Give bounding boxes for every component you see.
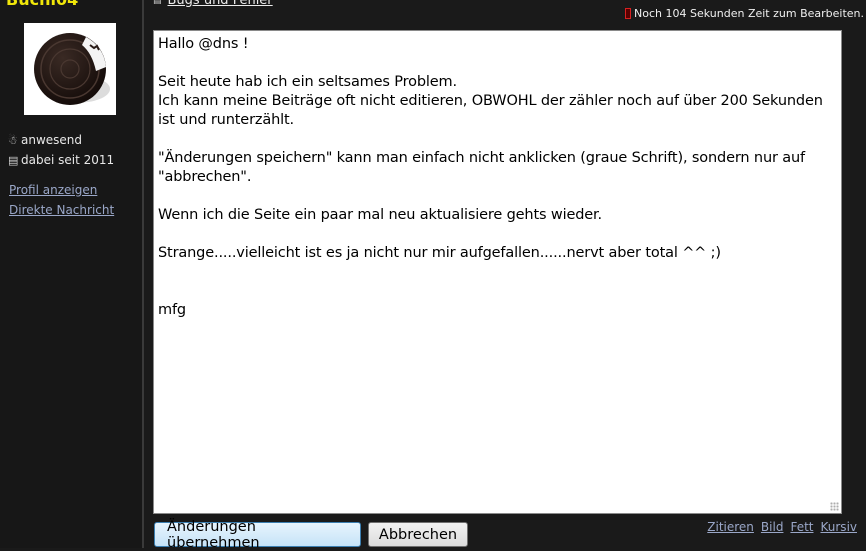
edit-timer-text: Noch 104 Sekunden Zeit zum Bearbeiten. <box>634 7 864 20</box>
direct-message-link[interactable]: Direkte Nachricht <box>9 203 114 217</box>
timer-icon <box>625 8 632 19</box>
cancel-button[interactable]: Abbrechen <box>368 522 468 547</box>
person-icon: ☃ <box>8 133 18 147</box>
post-editor-text[interactable]: Hallo @dns ! Seit heute hab ich ein selt… <box>158 35 837 320</box>
member-since: ▤ dabei seit 2011 <box>8 153 114 167</box>
quote-link[interactable]: Zitieren <box>707 520 754 534</box>
member-since-text: dabei seit 2011 <box>21 153 115 167</box>
breadcrumb-link[interactable]: Bugs und Fehler <box>168 0 273 8</box>
calendar-icon: ▤ <box>8 153 19 167</box>
user-status: ☃ anwesend <box>8 133 82 147</box>
edit-panel: ▤ Bugs und Fehler Noch 104 Sekunden Zeit… <box>146 0 866 551</box>
avatar[interactable] <box>24 23 116 115</box>
profile-link[interactable]: Profil anzeigen <box>9 183 97 197</box>
post-editor[interactable]: Hallo @dns ! Seit heute hab ich ein selt… <box>153 30 842 514</box>
breadcrumb: ▤ Bugs und Fehler <box>153 0 273 8</box>
formatting-toolbar: Zitieren Bild Fett Kursiv <box>707 520 857 534</box>
image-link[interactable]: Bild <box>761 520 784 534</box>
save-changes-button[interactable]: Änderungen übernehmen <box>154 519 361 551</box>
italic-link[interactable]: Kursiv <box>821 520 858 534</box>
edit-timer: Noch 104 Sekunden Zeit zum Bearbeiten. <box>625 7 864 20</box>
username[interactable]: Buchi04 <box>6 0 78 9</box>
resize-handle[interactable] <box>830 502 839 511</box>
forum-icon: ▤ <box>153 0 162 6</box>
bold-link[interactable]: Fett <box>790 520 813 534</box>
status-text: anwesend <box>21 133 83 147</box>
user-sidebar: Buchi04 ☃ anwesend ▤ dabei seit 2011 Pro… <box>0 0 144 548</box>
